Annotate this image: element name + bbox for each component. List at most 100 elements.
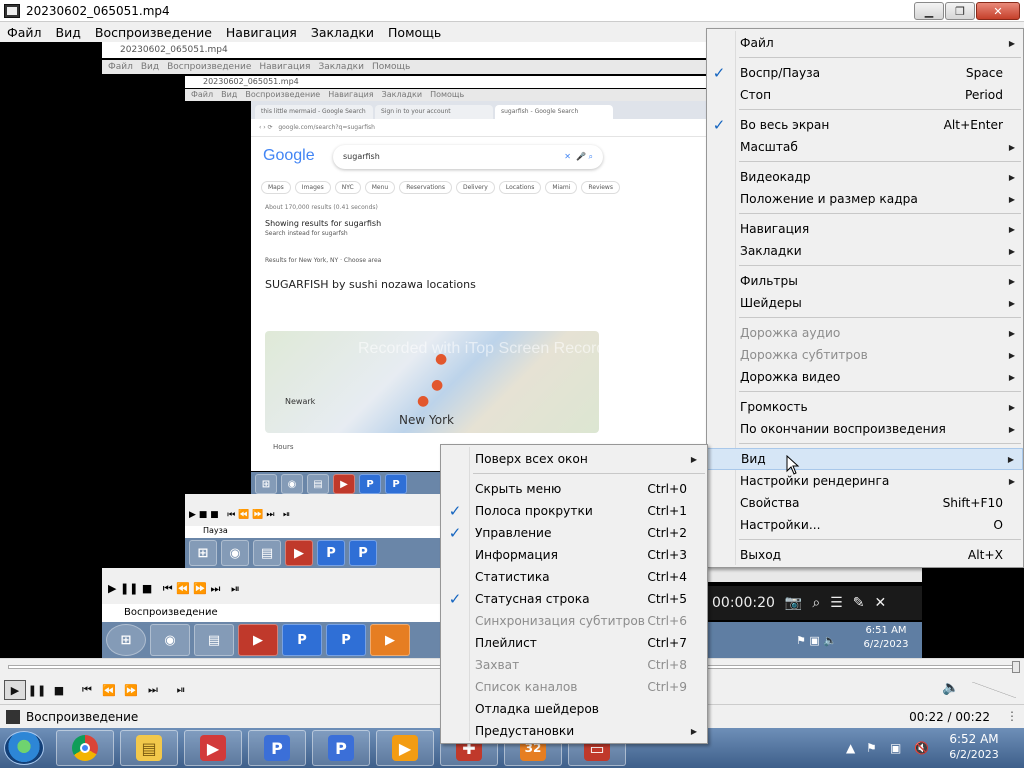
map-pin-icon: ● bbox=[431, 377, 444, 393]
play-button[interactable]: ▶ bbox=[4, 680, 26, 700]
menu-item-label: Поверх всех окон bbox=[475, 452, 588, 466]
volume-mute-icon[interactable]: 🔇 bbox=[914, 741, 929, 755]
view-submenu-item[interactable]: ✓ Статусная строка Ctrl+5 bbox=[441, 588, 707, 610]
start-icon: ⊞ bbox=[106, 624, 146, 656]
frame-step-button[interactable]: ⏯ bbox=[170, 680, 192, 700]
menu-file[interactable]: Файл bbox=[0, 25, 49, 40]
volume-icon[interactable]: 🔈 bbox=[942, 680, 959, 696]
context-menu-item[interactable]: Навигация ▶ bbox=[707, 218, 1023, 240]
context-menu-item[interactable]: Свойства Shift+F10 bbox=[707, 492, 1023, 514]
pause-button[interactable]: ❚❚ bbox=[26, 680, 48, 700]
context-menu-item[interactable]: Выход Alt+X bbox=[707, 544, 1023, 566]
context-menu-item[interactable]: Файл ▶ bbox=[707, 32, 1023, 54]
context-menu-item[interactable]: Видеокадр ▶ bbox=[707, 166, 1023, 188]
menu-item-label: Стоп bbox=[740, 88, 772, 102]
start-icon: ⊞ bbox=[189, 540, 217, 566]
context-menu-item[interactable]: Шейдеры ▶ bbox=[707, 292, 1023, 314]
taskbar-clock[interactable]: 6:52 AM 6/2/2023 bbox=[946, 731, 1002, 763]
comment-icon: ☰ bbox=[830, 595, 843, 611]
submenu-arrow-icon: ▶ bbox=[1008, 402, 1015, 412]
view-submenu-item[interactable]: Скрыть меню Ctrl+0 bbox=[441, 478, 707, 500]
browser-tab: Sign in to your account bbox=[375, 105, 493, 119]
context-menu-item[interactable]: ✓ Воспр/Пауза Space bbox=[707, 62, 1023, 84]
close-icon: ✕ bbox=[874, 595, 887, 611]
view-submenu-item[interactable]: Отладка шейдеров bbox=[441, 698, 707, 720]
taskbar-chrome[interactable] bbox=[56, 730, 114, 766]
menu-view[interactable]: Вид bbox=[49, 25, 88, 40]
submenu-arrow-icon: ▶ bbox=[1008, 38, 1015, 48]
context-menu-item[interactable]: Закладки ▶ bbox=[707, 240, 1023, 262]
taskbar-recorder[interactable]: ▶ bbox=[184, 730, 242, 766]
view-submenu-item[interactable]: Статистика Ctrl+4 bbox=[441, 566, 707, 588]
maximize-button[interactable]: ❐ bbox=[945, 2, 975, 20]
media-player-icon: ▶ bbox=[370, 624, 410, 656]
menu-item-label: Вид bbox=[741, 452, 766, 466]
taskbar-explorer[interactable]: ▤ bbox=[120, 730, 178, 766]
taskbar-p-app-1[interactable]: P bbox=[248, 730, 306, 766]
chip: Locations bbox=[498, 181, 542, 194]
menu-navigation[interactable]: Навигация bbox=[219, 25, 304, 40]
context-menu-item[interactable]: Дорожка видео ▶ bbox=[707, 366, 1023, 388]
action-center-icon[interactable]: ⚑ bbox=[866, 741, 877, 755]
chrome-icon bbox=[72, 735, 98, 761]
view-submenu-item[interactable]: Плейлист Ctrl+7 bbox=[441, 632, 707, 654]
menu-item-label: Скрыть меню bbox=[475, 482, 562, 496]
view-submenu-item[interactable]: Поверх всех окон ▶ bbox=[441, 448, 707, 470]
menu-item-label: Синхронизация субтитров bbox=[475, 614, 645, 628]
view-submenu-item[interactable]: ✓ Полоса прокрутки Ctrl+1 bbox=[441, 500, 707, 522]
chip: NYC bbox=[334, 181, 361, 194]
rewind-button[interactable]: ⏪ bbox=[98, 680, 120, 700]
nested-tray: 6:51 AM 6/2/2023 ⚑ ▣ 🔈 bbox=[706, 622, 922, 658]
context-menu-item[interactable]: Фильтры ▶ bbox=[707, 270, 1023, 292]
view-submenu-item[interactable]: ✓ Управление Ctrl+2 bbox=[441, 522, 707, 544]
context-menu-item[interactable]: Масштаб ▶ bbox=[707, 136, 1023, 158]
nested-window-title-2: 20230602_065051.mp4 bbox=[185, 76, 706, 88]
seek-thumb[interactable] bbox=[1012, 661, 1020, 673]
menu-item-label: Управление bbox=[475, 526, 552, 540]
browser-screenshot: this little mermaid - Google Search Sign… bbox=[251, 101, 706, 471]
stop-button[interactable]: ■ bbox=[48, 680, 70, 700]
menu-item-shortcut: O bbox=[993, 518, 1003, 532]
minimize-button[interactable]: ▁ bbox=[914, 2, 944, 20]
nested-menu-item: Вид bbox=[221, 90, 238, 99]
context-menu-item: Дорожка субтитров ▶ bbox=[707, 344, 1023, 366]
screen-recorder-icon: ▶ bbox=[285, 540, 313, 566]
p-app-icon: P bbox=[349, 540, 377, 566]
context-menu-item[interactable]: Стоп Period bbox=[707, 84, 1023, 106]
checkmark-icon: ✓ bbox=[712, 64, 726, 82]
nested-menu-item: Воспроизведение bbox=[167, 62, 252, 72]
context-menu-item[interactable]: Положение и размер кадра ▶ bbox=[707, 188, 1023, 210]
context-menu-item[interactable]: Громкость ▶ bbox=[707, 396, 1023, 418]
taskbar-media-player[interactable]: ▶ bbox=[376, 730, 434, 766]
context-menu-item[interactable]: Настройки... O bbox=[707, 514, 1023, 536]
next-button[interactable]: ⏭ bbox=[142, 680, 164, 700]
view-submenu-item: Захват Ctrl+8 bbox=[441, 654, 707, 676]
results-count: About 170,000 results (0.41 seconds) bbox=[265, 204, 378, 211]
resize-grip-icon[interactable]: ⋮ bbox=[1006, 709, 1018, 723]
taskbar-p-app-2[interactable]: P bbox=[312, 730, 370, 766]
network-icon[interactable]: ▣ bbox=[890, 741, 901, 755]
start-button[interactable] bbox=[4, 731, 44, 765]
menu-bookmarks[interactable]: Закладки bbox=[304, 25, 381, 40]
context-menu-item[interactable]: Настройки рендеринга ▶ bbox=[707, 470, 1023, 492]
show-hidden-icons[interactable]: ▲ bbox=[846, 741, 855, 755]
forward-button[interactable]: ⏩ bbox=[120, 680, 142, 700]
context-menu-item[interactable]: Вид ▶ bbox=[707, 448, 1023, 470]
nested-menu-item: Воспроизведение bbox=[245, 90, 321, 99]
p-app-icon: P bbox=[317, 540, 345, 566]
menu-separator bbox=[739, 213, 1021, 214]
checkmark-icon: ✓ bbox=[712, 116, 726, 134]
menu-item-label: Видеокадр bbox=[740, 170, 811, 184]
view-submenu-item[interactable]: Информация Ctrl+3 bbox=[441, 544, 707, 566]
context-menu-item[interactable]: По окончании воспроизведения ▶ bbox=[707, 418, 1023, 440]
close-button[interactable]: ✕ bbox=[976, 2, 1020, 20]
volume-slider[interactable] bbox=[972, 682, 1016, 698]
chrome-icon: ◉ bbox=[150, 624, 190, 656]
menu-playback[interactable]: Воспроизведение bbox=[88, 25, 219, 40]
zoom-icon: ⌕ bbox=[812, 595, 821, 611]
menu-help[interactable]: Помощь bbox=[381, 25, 448, 40]
nested-window-title: 20230602_065051.mp4 bbox=[102, 42, 706, 58]
view-submenu-item[interactable]: Предустановки ▶ bbox=[441, 720, 707, 742]
previous-button[interactable]: ⏮ bbox=[76, 680, 98, 700]
context-menu-item[interactable]: ✓ Во весь экран Alt+Enter bbox=[707, 114, 1023, 136]
